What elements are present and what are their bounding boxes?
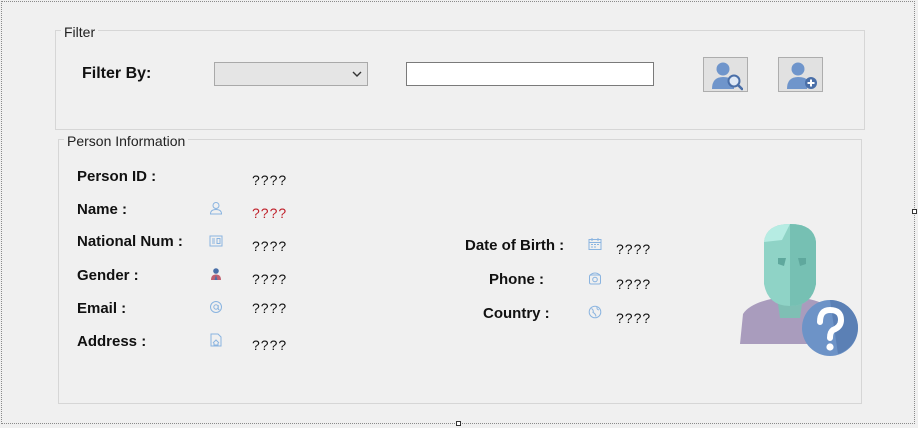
filter-value-input[interactable] (406, 62, 654, 86)
find-person-button[interactable] (703, 57, 748, 92)
chevron-down-icon (352, 71, 362, 77)
name-value: ???? (252, 205, 288, 221)
filter-by-label: Filter By: (82, 65, 152, 82)
email-label: Email : (77, 300, 127, 317)
id-card-icon (209, 235, 223, 247)
gender-label: Gender : (77, 267, 139, 284)
person-icon (209, 202, 223, 215)
person-id-value: ???? (252, 172, 288, 188)
resize-handle-right[interactable] (912, 209, 917, 214)
phone-label: Phone : (489, 271, 544, 288)
country-label: Country : (483, 305, 550, 322)
phone-icon (589, 272, 601, 285)
globe-icon (588, 305, 602, 319)
national-num-label: National Num : (77, 233, 183, 250)
add-person-button[interactable] (778, 57, 823, 92)
phone-value: ???? (616, 276, 652, 292)
resize-handle-bottom[interactable] (456, 421, 461, 426)
filter-by-combobox[interactable] (214, 62, 368, 86)
date-of-birth-value: ???? (616, 241, 652, 257)
email-value: ???? (252, 300, 288, 316)
add-person-icon (787, 62, 817, 89)
find-person-icon (712, 62, 743, 91)
address-icon (210, 333, 222, 347)
address-label: Address : (77, 333, 147, 350)
person-id-label: Person ID : (77, 168, 157, 185)
calendar-icon (588, 238, 602, 250)
name-label: Name : (77, 201, 128, 218)
unknown-person-icon (740, 224, 858, 356)
national-num-value: ???? (252, 238, 288, 254)
person-info-legend: Person Information (64, 133, 189, 149)
at-sign-icon (210, 301, 222, 313)
filter-group-legend: Filter (61, 24, 99, 40)
date-of-birth-label: Date of Birth : (465, 237, 565, 254)
gender-value: ???? (252, 271, 288, 287)
address-value: ???? (252, 337, 288, 353)
gender-icon (211, 268, 221, 280)
country-value: ???? (616, 310, 652, 326)
